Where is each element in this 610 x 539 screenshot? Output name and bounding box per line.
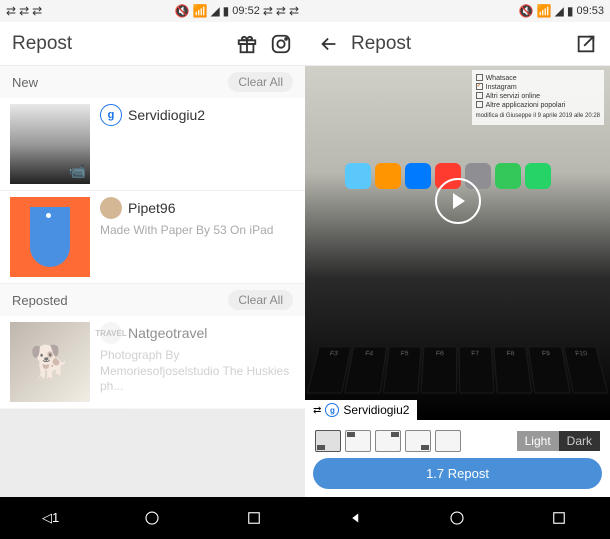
username: Natgeotravel (128, 325, 207, 341)
clock: 09:52 (232, 5, 260, 17)
nav-recent-button[interactable] (550, 509, 568, 527)
phone-left: ⇄ ⇄ ⇄ 🔇 📶 ◢ ▮ 09:52 ⇄ ⇄ ⇄ Repost (0, 0, 305, 539)
theme-dark-button[interactable]: Dark (559, 431, 600, 451)
nav-home-button[interactable] (143, 509, 161, 527)
position-none[interactable] (435, 430, 461, 452)
signal-icon: ◢ (555, 4, 564, 18)
mute-icon: 🔇 (175, 4, 190, 18)
empty-space (0, 409, 305, 497)
status-bar: 🔇 📶 ◢ ▮ 09:53 (305, 0, 610, 22)
list-item[interactable]: Pipet96 Made With Paper By 53 On iPad (0, 191, 305, 284)
position-top-right[interactable] (375, 430, 401, 452)
back-arrow-icon[interactable] (317, 32, 341, 56)
thumbnail (10, 322, 90, 402)
repost-glyph-icon: ⇄ (313, 405, 321, 416)
repost-glyph-icon: ⇄ (32, 4, 42, 18)
username: Pipet96 (128, 200, 175, 216)
thumbnail (10, 197, 90, 277)
video-icon: 📹 (69, 163, 86, 180)
position-bottom-right[interactable] (405, 430, 431, 452)
avatar (100, 197, 122, 219)
theme-light-button[interactable]: Light (517, 431, 559, 451)
list-item[interactable]: 📹 g Servidiogiu2 (0, 98, 305, 191)
open-external-icon[interactable] (574, 32, 598, 56)
page-title: Repost (351, 33, 564, 55)
app-bar: Repost (305, 22, 610, 66)
media-preview[interactable]: Whatsace Instagram Altri servizi online … (305, 66, 610, 420)
list-item[interactable]: TRAVEL Natgeotravel Photograph By Memori… (0, 316, 305, 409)
attribution-badge: ⇄ g Servidiogiu2 (305, 400, 417, 420)
nav-back-button[interactable] (347, 509, 365, 527)
position-top-left[interactable] (345, 430, 371, 452)
repost-glyph-icon: ⇄ (289, 4, 299, 18)
username: Servidiogiu2 (128, 107, 205, 123)
keyboard-overlay: F3F4F5F6 F7F8F9F10 (298, 346, 610, 393)
section-new: New Clear All (0, 66, 305, 98)
battery-icon: ▮ (567, 4, 574, 18)
avatar: g (100, 104, 122, 126)
play-icon[interactable] (435, 178, 481, 224)
instagram-icon[interactable] (269, 32, 293, 56)
gift-icon[interactable] (235, 32, 259, 56)
controls: Light Dark 1.7 Repost (305, 420, 610, 497)
section-label: New (12, 75, 228, 90)
status-bar: ⇄ ⇄ ⇄ 🔇 📶 ◢ ▮ 09:52 ⇄ ⇄ ⇄ (0, 0, 305, 22)
theme-toggle: Light Dark (517, 431, 600, 451)
page-title: Repost (12, 33, 225, 55)
thumbnail: 📹 (10, 104, 90, 184)
app-bar: Repost (0, 22, 305, 66)
caption: Made With Paper By 53 On iPad (100, 223, 295, 239)
caption: Photograph By Memoriesofjoselstudio The … (100, 348, 295, 395)
wifi-icon: 📶 (537, 4, 552, 18)
nav-bar (305, 497, 610, 539)
nav-home-button[interactable] (448, 509, 466, 527)
section-label: Reposted (12, 293, 228, 308)
repost-glyph-icon: ⇄ (263, 4, 273, 18)
repost-glyph-icon: ⇄ (6, 4, 16, 18)
signal-icon: ◢ (210, 4, 219, 18)
clear-all-button[interactable]: Clear All (228, 72, 293, 92)
phone-right: 🔇 📶 ◢ ▮ 09:53 Repost Whatsace Instagram … (305, 0, 610, 539)
clear-all-button[interactable]: Clear All (228, 290, 293, 310)
nav-bar: ◁1 (0, 497, 305, 539)
repost-glyph-icon: ⇄ (19, 4, 29, 18)
position-bottom-left[interactable] (315, 430, 341, 452)
battery-icon: ▮ (223, 4, 230, 18)
nav-back-button[interactable]: ◁1 (42, 510, 59, 526)
repost-glyph-icon: ⇄ (276, 4, 286, 18)
nav-recent-button[interactable] (245, 509, 263, 527)
attribution-user: Servidiogiu2 (343, 403, 409, 417)
repost-button[interactable]: 1.7 Repost (313, 458, 602, 489)
mute-icon: 🔇 (519, 4, 534, 18)
avatar: TRAVEL (100, 322, 122, 344)
clock: 09:53 (576, 5, 604, 17)
wifi-icon: 📶 (192, 4, 207, 18)
section-reposted: Reposted Clear All (0, 284, 305, 316)
checklist-overlay: Whatsace Instagram Altri servizi online … (472, 70, 604, 125)
